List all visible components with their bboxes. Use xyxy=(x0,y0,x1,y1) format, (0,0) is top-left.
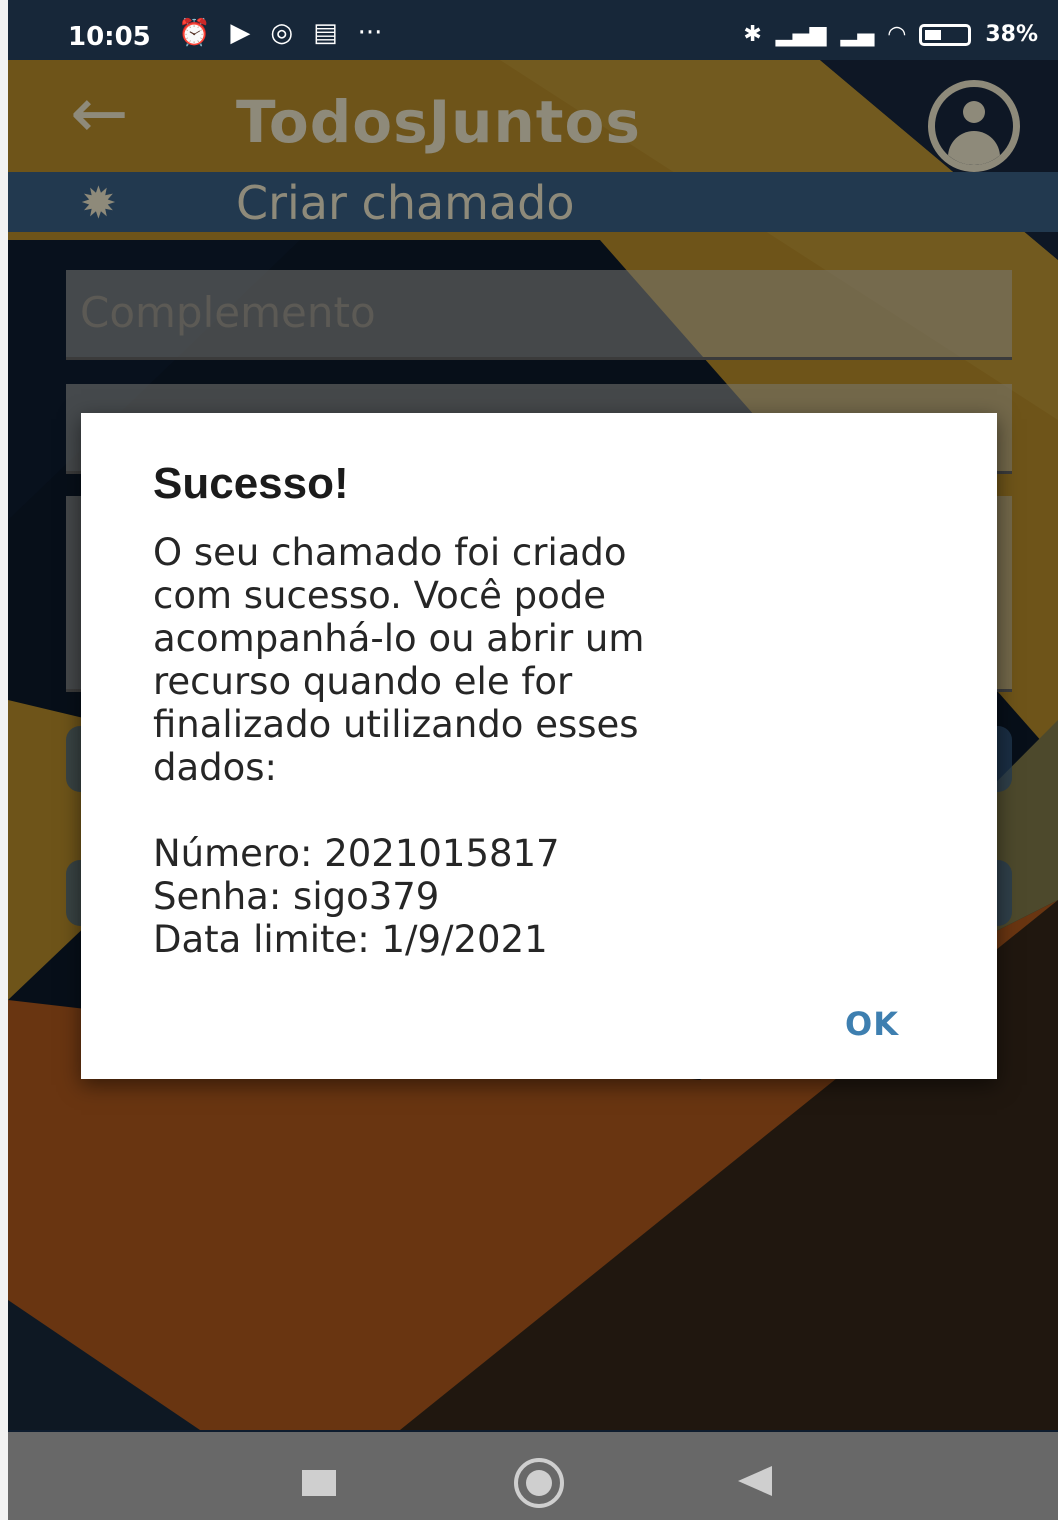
more-icon: ··· xyxy=(357,18,383,48)
app-bar: ← TodosJuntos xyxy=(8,60,1058,172)
success-dialog: Sucesso! O seu chamado foi criado com su… xyxy=(81,413,997,1079)
recents-icon[interactable] xyxy=(302,1470,336,1496)
signal-2-icon: ▂▄ xyxy=(840,22,875,47)
youtube-icon: ▶ xyxy=(230,18,251,48)
status-time: 10:05 xyxy=(68,22,151,52)
profile-avatar-icon[interactable] xyxy=(928,80,1020,172)
app-title: TodosJuntos xyxy=(236,88,641,156)
dialog-message: O seu chamado foi criado com sucesso. Vo… xyxy=(153,531,645,961)
back-arrow-icon[interactable]: ← xyxy=(70,78,129,148)
battery-icon xyxy=(919,23,972,46)
battery-percent: 38% xyxy=(985,22,1038,47)
screen-edge xyxy=(0,0,8,1520)
notification-icons: ⏰ ▶ ◎ ▤ ··· xyxy=(178,18,382,48)
avatar-head xyxy=(963,101,985,123)
signal-icon: ▂▄▆ xyxy=(775,22,827,47)
system-icons: ✱ ▂▄▆ ▂▄ ◠ 38% xyxy=(743,22,1038,47)
ok-button[interactable]: OK xyxy=(845,1005,899,1043)
bluetooth-icon: ✱ xyxy=(743,22,762,47)
navigation-bar xyxy=(8,1432,1058,1520)
home-icon[interactable] xyxy=(514,1458,564,1508)
dialog-title: Sucesso! xyxy=(153,459,349,508)
complemento-placeholder: Complemento xyxy=(80,288,376,337)
avatar-body xyxy=(948,131,1000,165)
complemento-field[interactable]: Complemento xyxy=(66,270,1012,360)
alarm-icon: ⏰ xyxy=(178,18,211,48)
section-header: ✹ Criar chamado xyxy=(8,172,1058,232)
wifi-icon: ◠ xyxy=(888,22,906,47)
status-bar: 10:05 ⏰ ▶ ◎ ▤ ··· ✱ ▂▄▆ ▂▄ ◠ 38% xyxy=(8,0,1058,60)
calendar-icon: ▤ xyxy=(313,18,338,48)
section-title: Criar chamado xyxy=(236,176,575,230)
chrome-icon: ◎ xyxy=(270,18,294,48)
alert-badge-icon: ✹ xyxy=(80,178,117,229)
back-icon[interactable] xyxy=(738,1466,772,1496)
